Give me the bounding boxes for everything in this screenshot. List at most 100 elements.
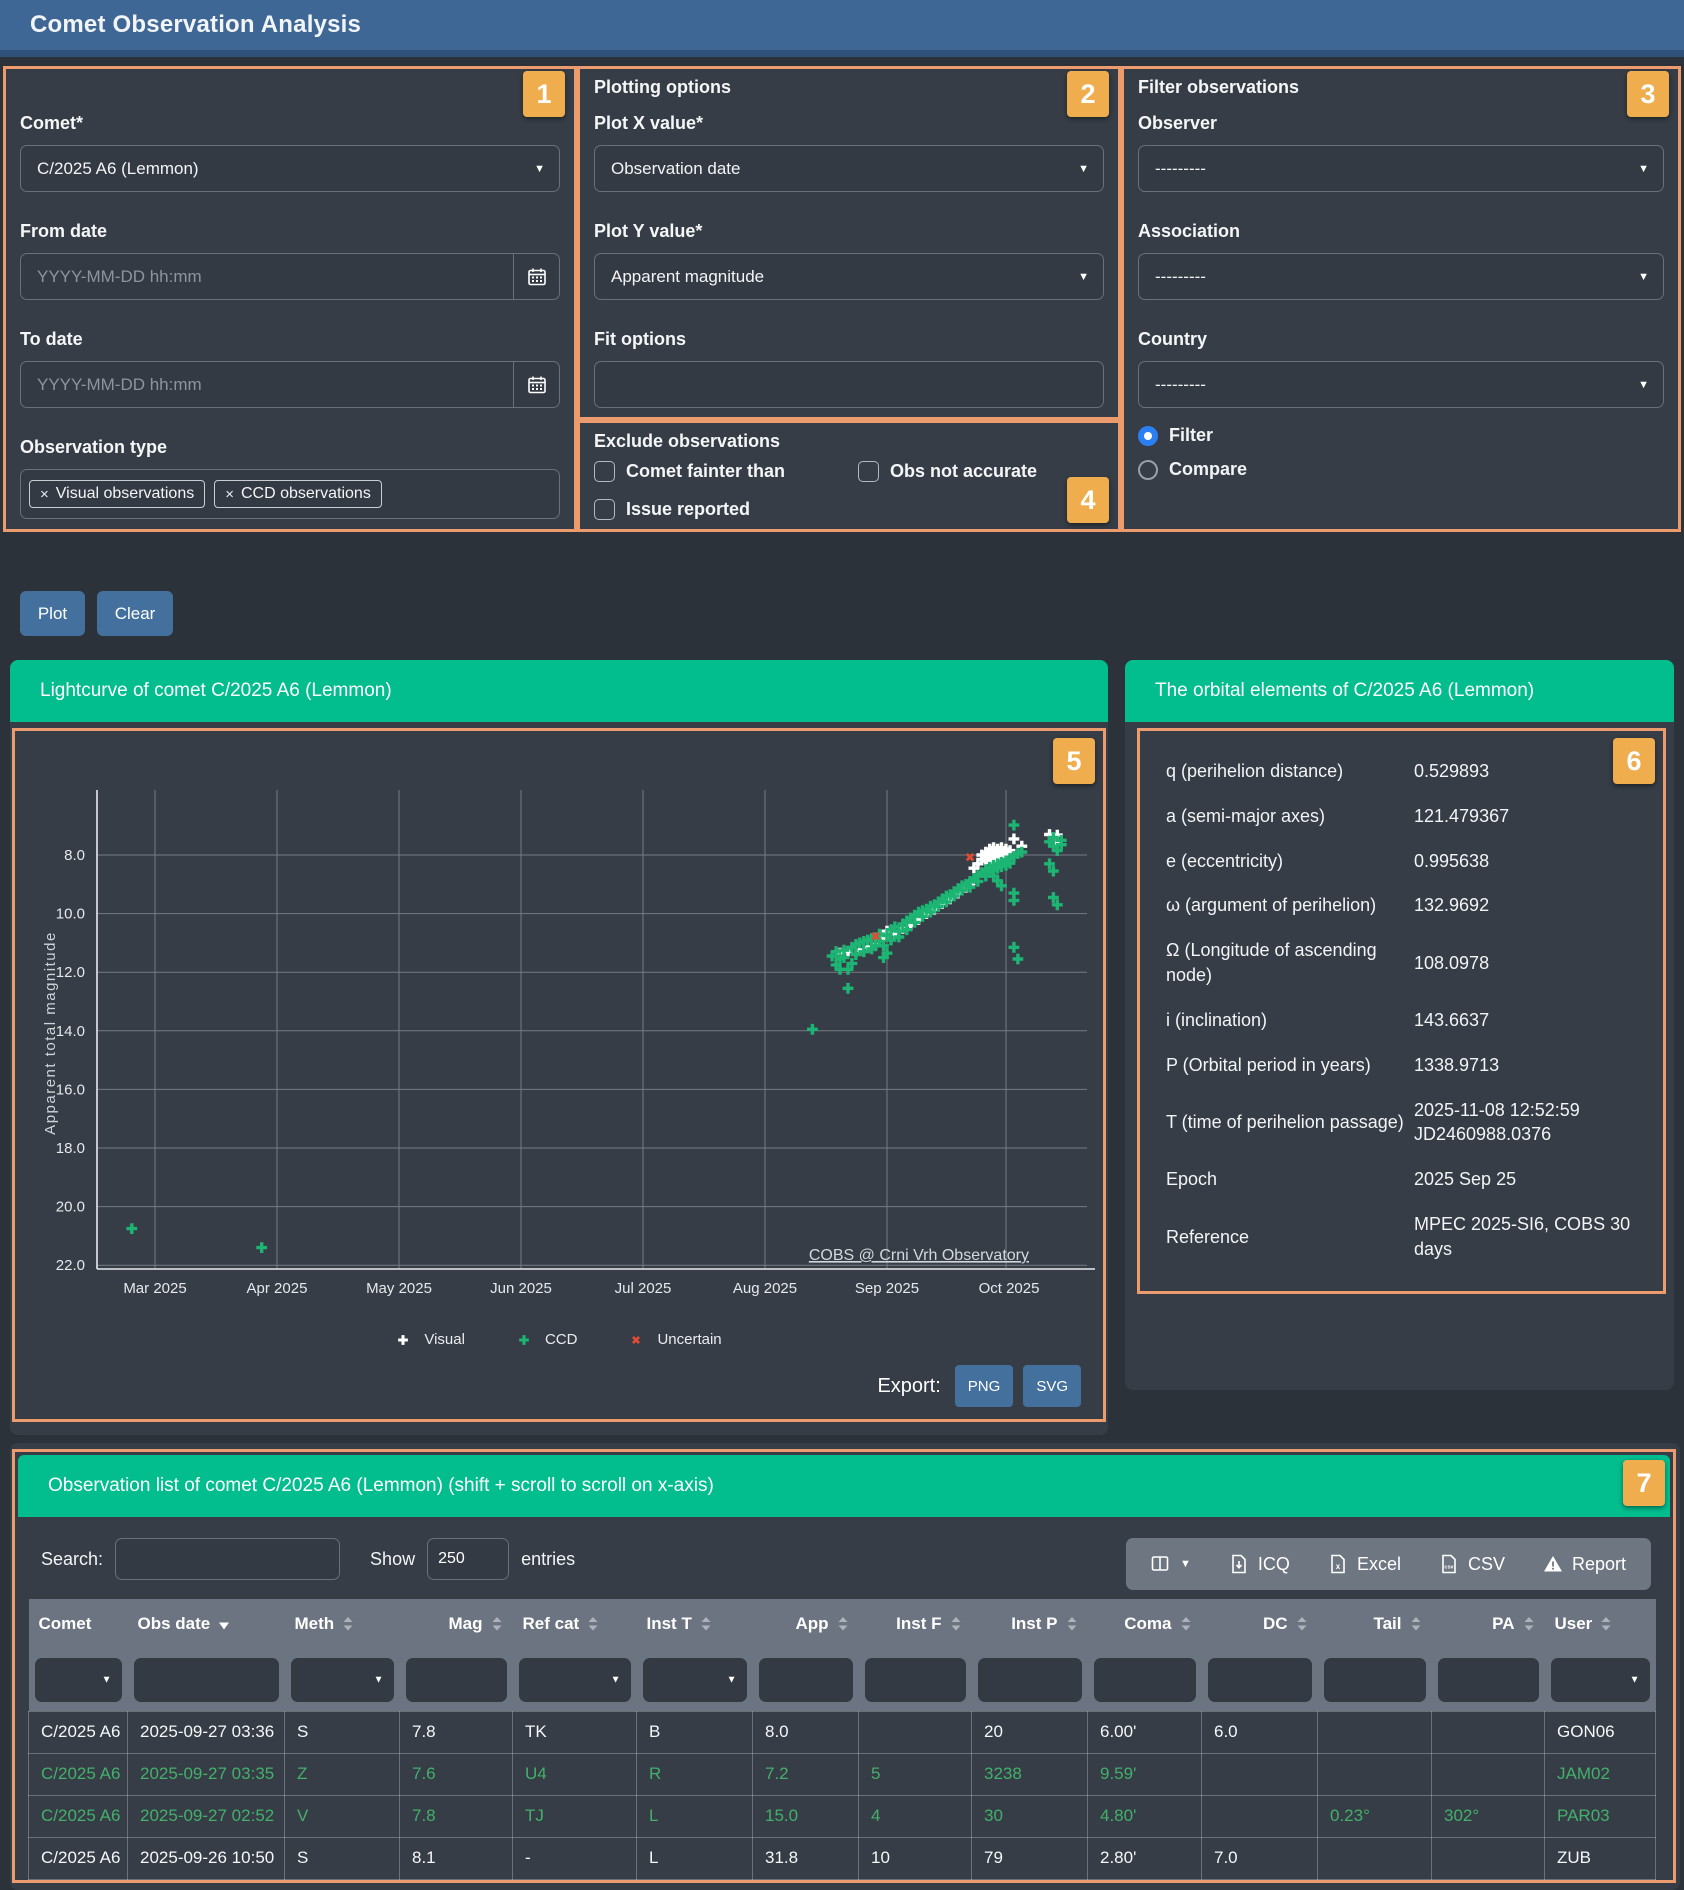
column-filter-input-app[interactable] [759,1658,853,1702]
lightcurve-scatter-chart[interactable]: 8.010.012.014.016.018.020.022.0Mar 2025A… [17,733,1105,1333]
fit-options-input[interactable] [594,361,1104,408]
column-filter-input-pa[interactable] [1438,1658,1539,1702]
table-cell: JAM02 [1545,1753,1656,1795]
excel-export-button[interactable]: xExcel [1309,1538,1420,1590]
observation-type-multiselect[interactable]: ×Visual observations ×CCD observations [20,469,560,519]
column-filter-select-ref-cat[interactable]: ▼ [519,1658,631,1702]
remove-tag-icon[interactable]: × [40,486,49,503]
column-header-mag[interactable]: Mag [400,1599,513,1649]
obs-not-accurate-checkbox[interactable] [858,461,879,482]
y-axis-title: Apparent total magnitude [42,931,59,1135]
column-filter-input-dc[interactable] [1208,1658,1312,1702]
remove-tag-icon[interactable]: × [225,486,234,503]
table-cell: 7.6 [400,1753,513,1795]
from-date-input[interactable]: YYYY-MM-DD hh:mm [20,253,560,300]
to-date-input[interactable]: YYYY-MM-DD hh:mm [20,361,560,408]
cobs-watermark-link[interactable]: COBS @ Crni Vrh Observatory [809,1247,1029,1264]
column-header-inst-t[interactable]: Inst T [637,1599,753,1649]
sort-icon [342,1617,354,1631]
table-cell: Z [285,1753,400,1795]
column-filter-select-inst-t[interactable]: ▼ [643,1658,747,1702]
orbital-element-value: 0.995638 [1414,849,1643,874]
column-filter-input-obs-date[interactable] [134,1658,279,1702]
compare-radio[interactable] [1138,460,1158,480]
show-entries-input[interactable] [427,1538,509,1580]
comet-select-value: C/2025 A6 (Lemmon) [37,159,199,179]
plot-x-select[interactable]: Observation date ▼ [594,145,1104,192]
observation-type-tag[interactable]: ×Visual observations [29,480,205,508]
export-png-button[interactable]: PNG [955,1365,1014,1407]
scatter-points [126,820,1066,1253]
country-label: Country [1138,329,1207,350]
plot-y-select[interactable]: Apparent magnitude ▼ [594,253,1104,300]
csv-export-button[interactable]: csvCSV [1420,1538,1524,1590]
column-header-obs-date[interactable]: Obs date [128,1599,285,1649]
observer-select[interactable]: --------- ▼ [1138,145,1664,192]
x-axis-tick: Sep 2025 [855,1280,919,1297]
observation-list-title: Observation list of comet C/2025 A6 (Lem… [18,1475,714,1497]
column-visibility-button[interactable]: ▼ [1132,1538,1210,1590]
orbital-element-label: ω (argument of perihelion) [1166,893,1414,918]
column-filter-select-comet[interactable]: ▼ [35,1658,122,1702]
column-header-tail[interactable]: Tail [1318,1599,1432,1649]
search-input[interactable] [115,1538,340,1580]
chevron-down-icon: ▼ [1638,271,1649,283]
column-header-user[interactable]: User [1545,1599,1656,1649]
export-svg-button[interactable]: SVG [1023,1365,1081,1407]
column-header-comet[interactable]: Comet [29,1599,128,1649]
filter-radio-label: Filter [1169,425,1213,446]
from-date-calendar-button[interactable] [513,254,559,299]
column-filter-input-tail[interactable] [1324,1658,1426,1702]
column-filter-input-inst-f[interactable] [865,1658,966,1702]
table-cell: 2025-09-27 02:52 [128,1795,285,1837]
x-axis-tick: Jun 2025 [490,1280,552,1297]
plot-button[interactable]: Plot [20,591,85,636]
report-button[interactable]: Report [1524,1538,1645,1590]
column-filter-select-meth[interactable]: ▼ [291,1658,394,1702]
column-filter-select-user[interactable]: ▼ [1551,1658,1650,1702]
legend-item-ccd[interactable]: CCD [517,1331,578,1348]
column-filter-input-mag[interactable] [406,1658,507,1702]
association-select[interactable]: --------- ▼ [1138,253,1664,300]
column-header-label: Inst P [1011,1614,1057,1634]
fit-options-label: Fit options [594,329,686,350]
column-filter-input-inst-p[interactable] [978,1658,1082,1702]
column-header-pa[interactable]: PA [1432,1599,1545,1649]
column-header-coma[interactable]: Coma [1088,1599,1202,1649]
country-select[interactable]: --------- ▼ [1138,361,1664,408]
observer-select-value: --------- [1155,159,1206,179]
observation-type-tag[interactable]: ×CCD observations [214,480,382,508]
table-row[interactable]: C/2025 A62025-09-27 03:35Z7.6U4R7.253238… [29,1753,1656,1795]
icq-export-button[interactable]: ICQ [1210,1538,1309,1590]
table-cell [1432,1837,1545,1879]
table-row[interactable]: C/2025 A62025-09-26 10:50S8.1-L31.810792… [29,1837,1656,1879]
data-point-ccd [256,1242,267,1253]
filter-cell [128,1649,285,1711]
column-header-dc[interactable]: DC [1202,1599,1318,1649]
to-date-calendar-button[interactable] [513,362,559,407]
plotting-options-title: Plotting options [594,77,731,98]
legend-item-visual[interactable]: Visual [396,1331,465,1348]
orbital-elements-header: The orbital elements of C/2025 A6 (Lemmo… [1125,660,1674,722]
column-header-ref-cat[interactable]: Ref cat [513,1599,637,1649]
export-label: Export: [877,1375,940,1398]
y-axis-tick: 8.0 [64,847,85,864]
clear-button[interactable]: Clear [97,591,173,636]
column-header-inst-p[interactable]: Inst P [972,1599,1088,1649]
filter-cell: ▼ [637,1649,753,1711]
comet-select[interactable]: C/2025 A6 (Lemmon) ▼ [20,145,560,192]
legend-label: Uncertain [657,1331,721,1348]
issue-reported-checkbox[interactable] [594,499,615,520]
table-cell: 20 [972,1711,1088,1753]
column-filter-input-coma[interactable] [1094,1658,1196,1702]
column-header-inst-f[interactable]: Inst F [859,1599,972,1649]
table-row[interactable]: C/2025 A62025-09-27 03:36S7.8TKB8.0206.0… [29,1711,1656,1753]
filter-radio[interactable] [1138,426,1158,446]
comet-fainter-checkbox[interactable] [594,461,615,482]
chevron-down-icon: ▼ [534,163,545,175]
column-header-app[interactable]: App [753,1599,859,1649]
legend-item-uncertain[interactable]: Uncertain [629,1331,721,1348]
column-header-meth[interactable]: Meth [285,1599,400,1649]
table-row[interactable]: C/2025 A62025-09-27 02:52V7.8TJL15.04304… [29,1795,1656,1837]
chevron-down-icon: ▼ [1630,1674,1640,1685]
